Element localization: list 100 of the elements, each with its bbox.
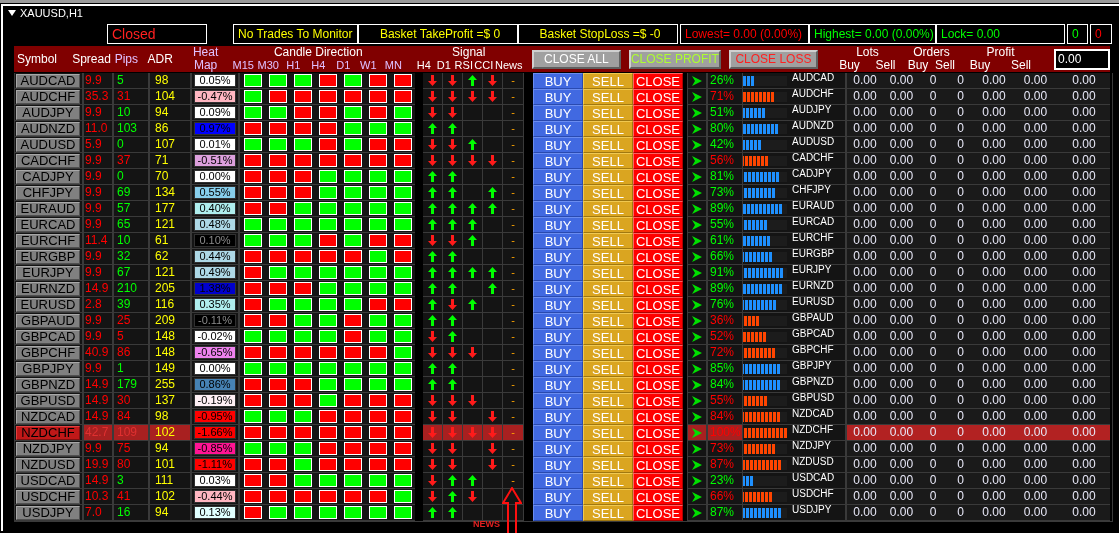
symbol-button[interactable]: USDCAD [16,474,80,488]
close-button[interactable]: CLOSE [633,425,683,441]
sell-button[interactable]: SELL [583,393,633,409]
arrowhead-icon[interactable] [692,219,702,230]
symbol-button[interactable]: AUDCAD [16,74,80,88]
sell-button[interactable]: SELL [583,473,633,489]
symbol-button[interactable]: EURAUD [16,202,80,216]
symbol-button[interactable]: NZDJPY [16,442,80,456]
sell-button[interactable]: SELL [583,345,633,361]
sell-button[interactable]: SELL [583,153,633,169]
close-button[interactable]: CLOSE [633,121,683,137]
close-button[interactable]: CLOSE [633,473,683,489]
arrowhead-icon[interactable] [692,235,702,246]
sell-button[interactable]: SELL [583,505,633,521]
sell-button[interactable]: SELL [583,73,633,89]
buy-button[interactable]: BUY [533,425,583,441]
buy-button[interactable]: BUY [533,361,583,377]
buy-button[interactable]: BUY [533,249,583,265]
buy-button[interactable]: BUY [533,201,583,217]
buy-button[interactable]: BUY [533,265,583,281]
sell-button[interactable]: SELL [583,233,633,249]
buy-button[interactable]: BUY [533,137,583,153]
buy-button[interactable]: BUY [533,457,583,473]
close-button[interactable]: CLOSE [633,169,683,185]
arrowhead-icon[interactable] [692,171,702,182]
arrowhead-icon[interactable] [692,411,702,422]
buy-button[interactable]: BUY [533,153,583,169]
sell-button[interactable]: SELL [583,137,633,153]
close-button[interactable]: CLOSE [633,345,683,361]
symbol-button[interactable]: AUDJPY [16,106,80,120]
symbol-button[interactable]: USDCHF [16,490,80,504]
arrowhead-icon[interactable] [692,123,702,134]
buy-button[interactable]: BUY [533,393,583,409]
close-button[interactable]: CLOSE [633,313,683,329]
symbol-button[interactable]: EURGBP [16,250,80,264]
close-button[interactable]: CLOSE [633,265,683,281]
symbol-button[interactable]: GBPUSD [16,394,80,408]
symbol-button[interactable]: CHFJPY [16,186,80,200]
symbol-button[interactable]: AUDNZD [16,122,80,136]
sell-button[interactable]: SELL [583,249,633,265]
buy-button[interactable]: BUY [533,441,583,457]
sell-button[interactable]: SELL [583,441,633,457]
sell-button[interactable]: SELL [583,185,633,201]
sell-button[interactable]: SELL [583,121,633,137]
close-orders-button[interactable]: CLOSE PROFIT [628,49,721,69]
sell-button[interactable]: SELL [583,265,633,281]
arrowhead-icon[interactable] [692,75,702,86]
buy-button[interactable]: BUY [533,169,583,185]
close-button[interactable]: CLOSE [633,297,683,313]
arrowhead-icon[interactable] [692,91,702,102]
sell-button[interactable]: SELL [583,201,633,217]
buy-button[interactable]: BUY [533,121,583,137]
symbol-button[interactable]: EURUSD [16,298,80,312]
sell-button[interactable]: SELL [583,457,633,473]
buy-button[interactable]: BUY [533,377,583,393]
close-button[interactable]: CLOSE [633,217,683,233]
close-button[interactable]: CLOSE [633,249,683,265]
close-button[interactable]: CLOSE [633,201,683,217]
arrowhead-icon[interactable] [692,475,702,486]
close-button[interactable]: CLOSE [633,409,683,425]
close-button[interactable]: CLOSE [633,329,683,345]
symbol-button[interactable]: EURCHF [16,234,80,248]
close-button[interactable]: CLOSE [633,457,683,473]
symbol-button[interactable]: NZDCAD [16,410,80,424]
sell-button[interactable]: SELL [583,489,633,505]
arrowhead-icon[interactable] [692,139,702,150]
arrowhead-icon[interactable] [692,459,702,470]
total-field[interactable]: 0.00 [1054,48,1110,70]
arrowhead-icon[interactable] [692,155,702,166]
sell-button[interactable]: SELL [583,169,633,185]
close-button[interactable]: CLOSE [633,233,683,249]
symbol-button[interactable]: CADJPY [16,170,80,184]
symbol-button[interactable]: EURNZD [16,282,80,296]
arrowhead-icon[interactable] [692,395,702,406]
arrowhead-icon[interactable] [692,187,702,198]
buy-button[interactable]: BUY [533,297,583,313]
sell-button[interactable]: SELL [583,409,633,425]
sell-button[interactable]: SELL [583,281,633,297]
arrowhead-icon[interactable] [692,491,702,502]
arrowhead-icon[interactable] [692,267,702,278]
collapse-icon[interactable] [8,10,16,16]
sell-button[interactable]: SELL [583,105,633,121]
symbol-button[interactable]: GBPCHF [16,346,80,360]
sell-button[interactable]: SELL [583,329,633,345]
arrowhead-icon[interactable] [692,363,702,374]
symbol-button[interactable]: AUDCHF [16,90,80,104]
buy-button[interactable]: BUY [533,489,583,505]
symbol-button[interactable]: USDJPY [16,506,80,520]
buy-button[interactable]: BUY [533,409,583,425]
buy-button[interactable]: BUY [533,185,583,201]
symbol-button[interactable]: GBPCAD [16,330,80,344]
symbol-button[interactable]: NZDCHF [16,426,80,440]
arrowhead-icon[interactable] [692,331,702,342]
buy-button[interactable]: BUY [533,345,583,361]
symbol-button[interactable]: CADCHF [16,154,80,168]
close-button[interactable]: CLOSE [633,505,683,521]
symbol-button[interactable]: EURJPY [16,266,80,280]
arrowhead-icon[interactable] [692,107,702,118]
close-button[interactable]: CLOSE [633,281,683,297]
close-button[interactable]: CLOSE [633,441,683,457]
